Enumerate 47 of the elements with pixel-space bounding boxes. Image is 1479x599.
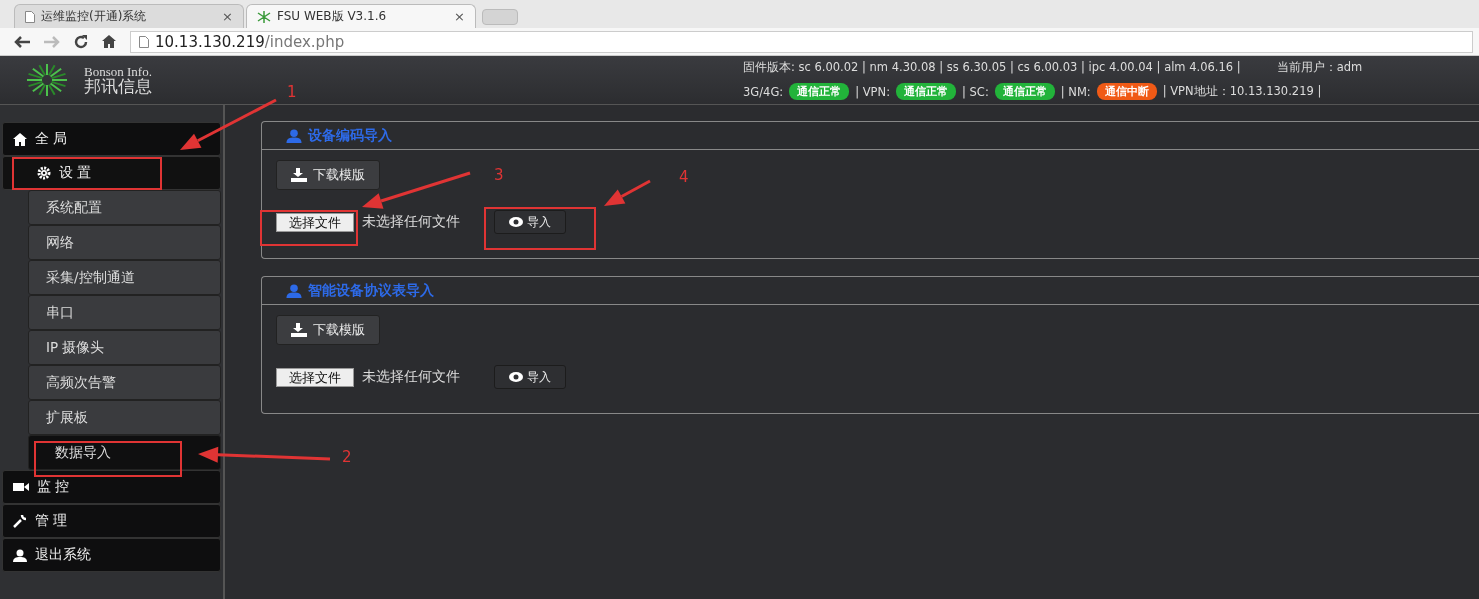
panel-title: 智能设备协议表导入 (308, 281, 434, 300)
download-template-button[interactable]: 下载模版 (276, 160, 380, 190)
import-button[interactable]: 导入 (494, 210, 566, 234)
status-label: | SC: (962, 84, 989, 99)
annotation-number: 4 (679, 168, 689, 186)
browser-tab[interactable]: FSU WEB版 V3.1.6 × (246, 4, 476, 28)
file-status: 未选择任何文件 (362, 213, 460, 231)
annotation-number: 3 (494, 166, 504, 184)
submenu-item[interactable]: 扩展板 (28, 400, 221, 435)
submenu-item[interactable]: IP 摄像头 (28, 330, 221, 365)
status-badge: 通信正常 (994, 83, 1055, 100)
submenu-item[interactable]: 高频次告警 (28, 365, 221, 400)
status-badge: 通信正常 (896, 83, 957, 100)
status-label: | VPN: (855, 84, 891, 99)
firmware-versions: 固件版本: sc 6.00.02 | nm 4.30.08 | ss 6.30.05 | cs 6.00.03 | ipc 4.00.04 | alm 4.06.16 | (743, 60, 1241, 75)
status-label: 3G/4G: (743, 84, 784, 99)
logo-text: Bonson Info. (84, 65, 152, 78)
choose-file-button[interactable]: 选择文件 (276, 212, 354, 232)
tab-title: 运维监控(开通)系统 (41, 8, 148, 25)
address-field[interactable]: 10.13.130.219/index.php (130, 30, 1473, 53)
submenu-item[interactable]: 数据导入 (28, 435, 221, 470)
menu-item[interactable]: 设 置 (2, 156, 221, 190)
import-button[interactable]: 导入 (494, 365, 566, 389)
browser-tab[interactable]: 运维监控(开通)系统 × (14, 4, 244, 28)
status-badge: 通信正常 (789, 83, 850, 100)
download-template-button[interactable]: 下载模版 (276, 315, 380, 345)
close-icon[interactable]: × (454, 9, 465, 24)
status-badge: 通信中断 (1096, 83, 1157, 100)
submenu-item[interactable]: 系统配置 (28, 190, 221, 225)
menu-item[interactable]: 全 局 (2, 122, 221, 156)
submenu-item[interactable]: 网络 (28, 225, 221, 260)
submenu-item[interactable]: 串口 (28, 295, 221, 330)
menu-item[interactable]: 监 控 (2, 470, 221, 504)
vpn-address: | VPN地址：10.13.130.219 | (1162, 84, 1322, 99)
current-user: 当前用户：adm (1276, 60, 1363, 75)
annotation-number: 2 (342, 448, 352, 466)
submenu-item[interactable]: 采集/控制通道 (28, 260, 221, 295)
status-label: | NM: (1060, 84, 1091, 99)
file-status: 未选择任何文件 (362, 368, 460, 386)
logo-text: 邦讯信息 (84, 78, 152, 95)
menu-item[interactable]: 退出系统 (2, 538, 221, 572)
choose-file-button[interactable]: 选择文件 (276, 367, 354, 387)
panel-title: 设备编码导入 (308, 126, 392, 145)
tab-title: FSU WEB版 V3.1.6 (277, 8, 388, 25)
close-icon[interactable]: × (222, 9, 233, 24)
menu-item[interactable]: 管 理 (2, 504, 221, 538)
annotation-number: 1 (287, 83, 297, 101)
